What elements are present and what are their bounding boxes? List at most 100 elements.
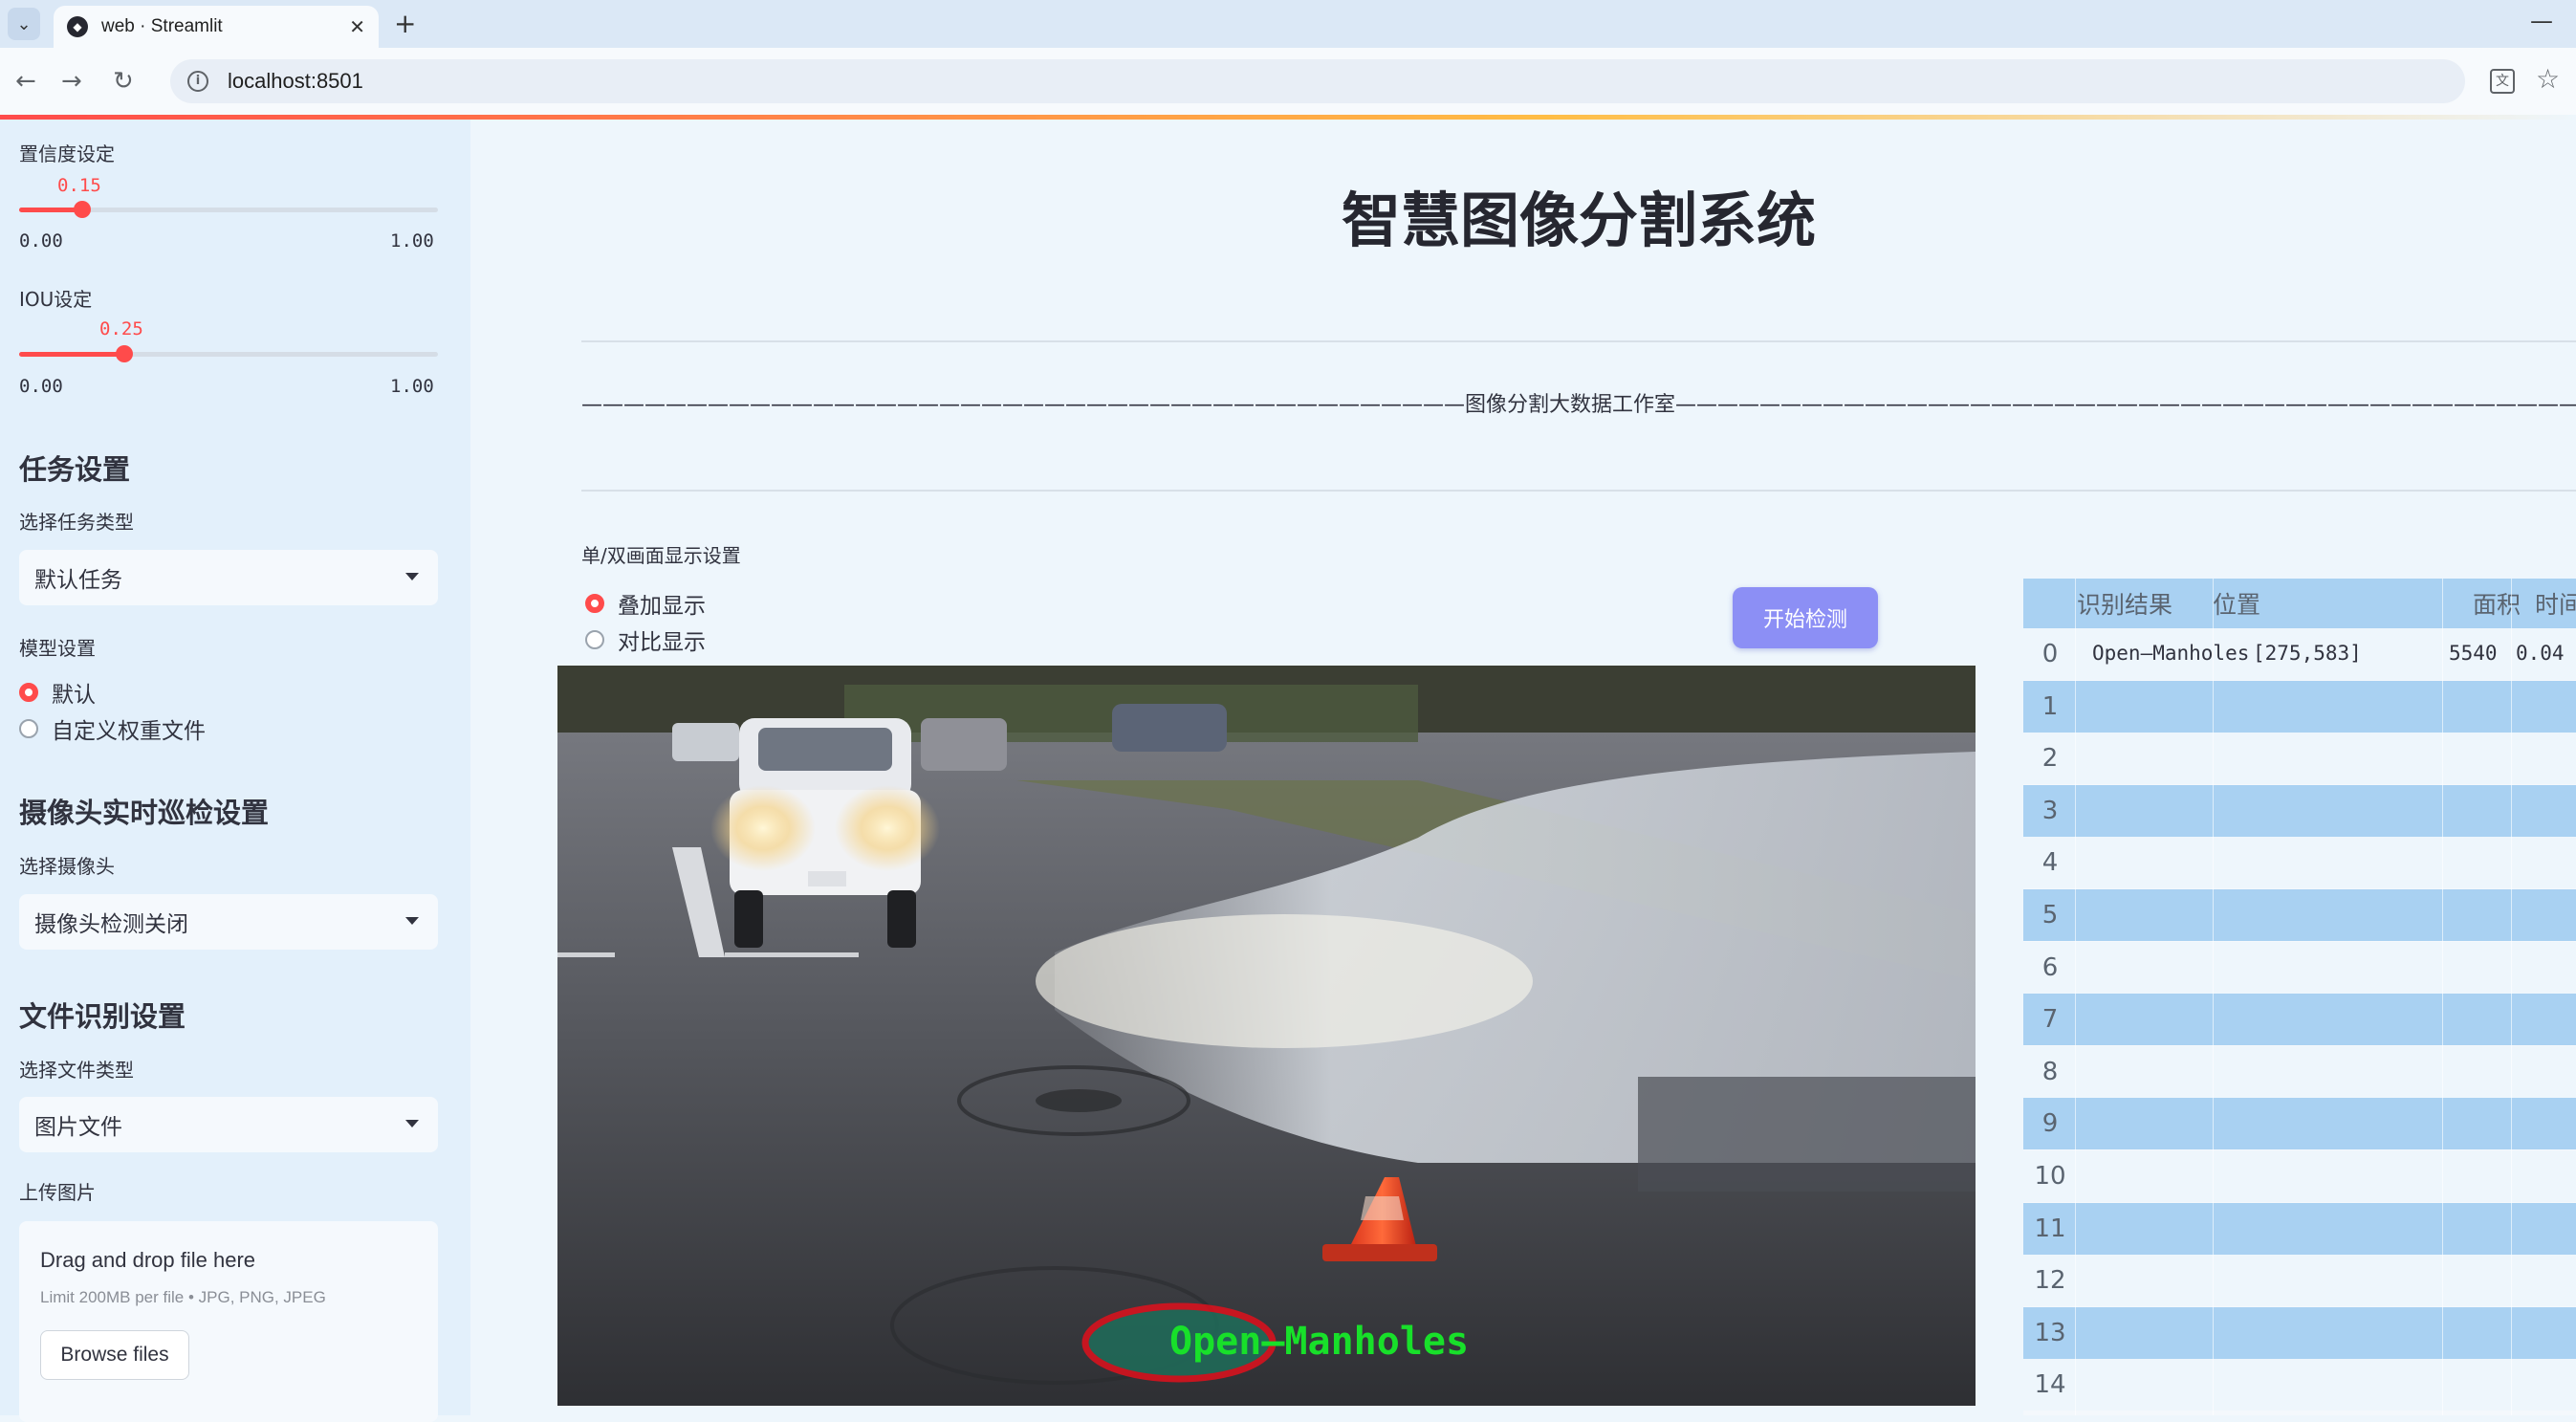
row-index: 12 [2034, 1266, 2066, 1296]
table-row[interactable]: 3 [2023, 784, 2576, 837]
row-index: 13 [2034, 1318, 2066, 1347]
table-row[interactable]: 11 [2023, 1202, 2576, 1255]
start-detection-button[interactable]: 开始检测 [1733, 587, 1878, 648]
browser-tab[interactable]: ◆ web · Streamlit ✕ [54, 6, 379, 48]
task-type-label: 选择任务类型 [19, 511, 134, 534]
table-row[interactable]: 14 [2023, 1359, 2576, 1411]
cell-result: Open—Manholes [2092, 642, 2250, 665]
model-option-default[interactable]: 默认 [19, 676, 96, 709]
table-row[interactable]: 9 [2023, 1098, 2576, 1150]
iou-slider[interactable] [19, 345, 438, 362]
cell-time: 0.04 [2516, 642, 2565, 665]
radio-selected-icon[interactable] [19, 683, 38, 702]
reload-icon[interactable]: ↻ [113, 67, 134, 96]
confidence-label: 置信度设定 [19, 142, 115, 165]
confidence-slider[interactable] [19, 201, 438, 218]
task-settings-header: 任务设置 [19, 453, 131, 486]
detection-label: Open—Manholes [1169, 1320, 1469, 1364]
column-header-time[interactable]: 时间 [2535, 579, 2576, 628]
file-type-select[interactable]: 图片文件 [19, 1097, 438, 1152]
column-divider [2442, 579, 2443, 1415]
iou-label: IOU设定 [19, 288, 93, 311]
table-row[interactable]: 1 [2023, 680, 2576, 733]
close-tab-icon[interactable]: ✕ [349, 15, 365, 38]
row-index: 11 [2034, 1214, 2066, 1243]
camera-select[interactable]: 摄像头检测关闭 [19, 894, 438, 950]
iou-min: 0.00 [19, 376, 63, 397]
back-arrow-icon[interactable]: ← [15, 67, 36, 96]
display-option-label: 叠加显示 [618, 594, 706, 619]
table-row[interactable]: 6 [2023, 941, 2576, 994]
task-type-select[interactable]: 默认任务 [19, 550, 438, 605]
minimize-window-icon[interactable]: — [2530, 8, 2553, 34]
row-index: 8 [2041, 1057, 2059, 1086]
divider [581, 340, 2576, 342]
display-option-overlay[interactable]: 叠加显示 [585, 587, 706, 620]
model-option-label: 自定义权重文件 [52, 719, 206, 744]
browser-toolbar: ← → ↻ i localhost:8501 文 ☆ [0, 48, 2576, 115]
address-bar[interactable]: i localhost:8501 [170, 59, 2465, 103]
table-row[interactable]: 0 Open—Manholes [275,583] 5540 0.04 [2023, 628, 2576, 680]
table-row[interactable]: 4 [2023, 837, 2576, 889]
display-mode-label: 单/双画面显示设置 [581, 544, 741, 567]
table-row[interactable]: 12 [2023, 1255, 2576, 1307]
studio-banner: ————————————————————————————————————————… [581, 393, 2576, 417]
results-table[interactable]: 识别结果 位置 面积 时间 0 Open—Manholes [275,583] 554… [2023, 579, 2576, 1415]
table-row[interactable]: 7 [2023, 994, 2576, 1046]
new-tab-icon[interactable]: + [394, 8, 416, 39]
table-row[interactable]: 8 [2023, 1045, 2576, 1098]
cell-area: 5540 [2449, 642, 2498, 665]
table-row[interactable]: 5 [2023, 889, 2576, 941]
model-option-custom[interactable]: 自定义权重文件 [19, 712, 206, 745]
site-info-icon[interactable]: i [187, 71, 208, 92]
sidebar: 置信度设定 0.15 0.00 1.00 IOU设定 0.25 0.00 1.0… [0, 120, 470, 1422]
row-index: 14 [2034, 1370, 2066, 1400]
row-index: 2 [2041, 744, 2059, 774]
confidence-slider-thumb[interactable] [74, 201, 91, 218]
dropzone-title: Drag and drop file here [40, 1248, 256, 1272]
radio-selected-icon[interactable] [585, 594, 604, 613]
row-index: 6 [2041, 952, 2059, 982]
browse-files-button[interactable]: Browse files [40, 1330, 189, 1380]
task-type-value: 默认任务 [34, 568, 122, 593]
row-index: 1 [2041, 691, 2059, 721]
column-divider [2075, 579, 2076, 1415]
iou-slider-thumb[interactable] [116, 345, 133, 362]
tab-search-chevron-icon[interactable]: ⌄ [8, 8, 40, 40]
confidence-min: 0.00 [19, 230, 63, 252]
row-index: 10 [2034, 1162, 2066, 1191]
detection-result-image: Open—Manholes [557, 666, 1976, 1406]
camera-label: 选择摄像头 [19, 855, 115, 878]
bookmark-star-icon[interactable]: ☆ [2536, 63, 2560, 95]
file-dropzone[interactable]: Drag and drop file here Limit 200MB per … [19, 1221, 438, 1422]
radio-unselected-icon[interactable] [585, 630, 604, 649]
column-header-position[interactable]: 位置 [2213, 579, 2327, 628]
table-row[interactable]: 10 [2023, 1150, 2576, 1202]
url-text[interactable]: localhost:8501 [228, 69, 363, 94]
camera-value: 摄像头检测关闭 [34, 912, 188, 937]
confidence-value: 0.15 [57, 175, 101, 196]
confidence-max: 1.00 [390, 230, 434, 252]
row-index: 7 [2041, 1005, 2059, 1035]
model-option-label: 默认 [52, 683, 96, 708]
browser-tab-bar: ⌄ ◆ web · Streamlit ✕ + — [0, 0, 2576, 48]
forward-arrow-icon[interactable]: → [61, 67, 82, 96]
column-divider [2213, 579, 2214, 1415]
column-header-result[interactable]: 识别结果 [2077, 579, 2206, 628]
column-divider [2511, 579, 2512, 1415]
row-index: 4 [2041, 848, 2059, 878]
table-row[interactable]: 13 [2023, 1306, 2576, 1359]
chevron-down-icon [405, 917, 419, 925]
column-header-area[interactable]: 面积 [2473, 579, 2530, 628]
camera-settings-header: 摄像头实时巡检设置 [19, 797, 270, 829]
tab-title: web · Streamlit [101, 16, 223, 36]
translate-icon[interactable]: 文 [2490, 69, 2515, 94]
display-option-compare[interactable]: 对比显示 [585, 623, 706, 656]
chevron-down-icon [405, 1120, 419, 1127]
radio-unselected-icon[interactable] [19, 719, 38, 738]
divider [581, 490, 2576, 492]
table-row[interactable]: 2 [2023, 733, 2576, 785]
iou-value: 0.25 [99, 318, 143, 339]
streamlit-favicon-icon: ◆ [67, 16, 88, 37]
cell-position: [275,583] [2253, 642, 2362, 665]
